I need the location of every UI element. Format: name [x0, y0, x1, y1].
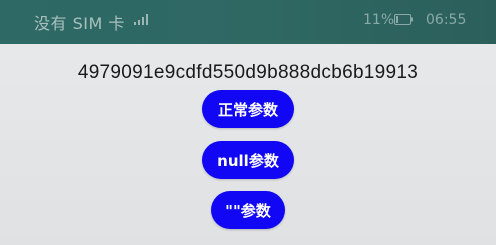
main-content: 4979091e9cdfd550d9b888dcb6b19913 正常参数 nu…: [0, 44, 496, 245]
battery-icon: [394, 14, 413, 25]
status-clock: 06:55: [426, 12, 467, 28]
status-bar: 没有 SIM 卡 11% 06:55: [0, 0, 496, 44]
normal-params-button[interactable]: 正常参数: [202, 90, 294, 128]
battery-percent: 11%: [363, 12, 395, 28]
no-signal-icon: [134, 14, 148, 25]
carrier-label: 没有 SIM 卡: [34, 14, 125, 33]
null-params-button[interactable]: null参数: [202, 141, 294, 179]
hash-text: 4979091e9cdfd550d9b888dcb6b19913: [77, 62, 419, 83]
empty-string-params-button[interactable]: ""参数: [211, 191, 285, 229]
